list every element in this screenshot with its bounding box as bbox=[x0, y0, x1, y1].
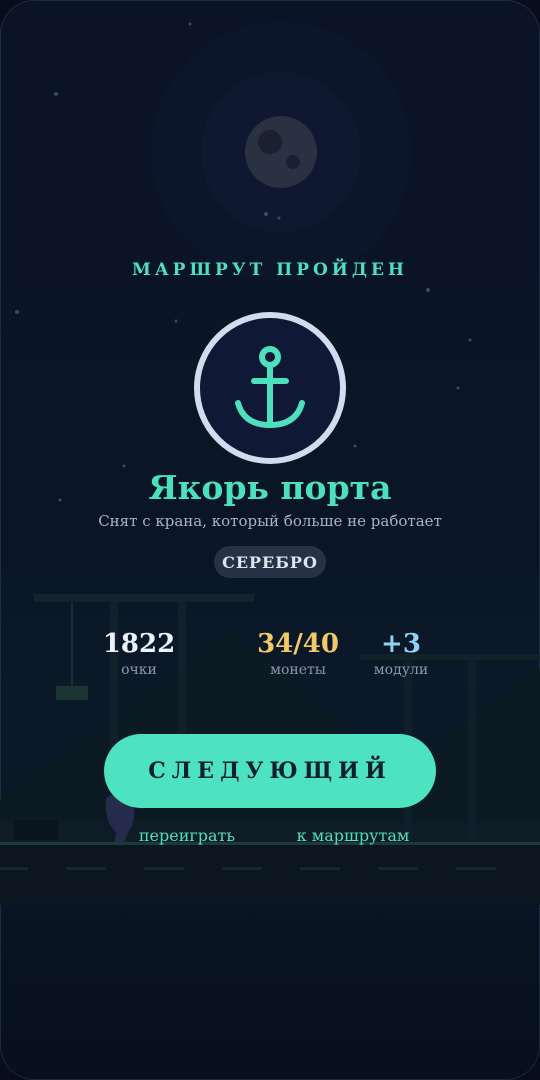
background-scene bbox=[0, 22, 540, 905]
stat-modules-value: +3 bbox=[381, 629, 421, 659]
stat-score-label: очки bbox=[121, 662, 157, 678]
results-screen: МАРШРУТ ПРОЙДЕН Якорь порта Снят с крана… bbox=[0, 0, 540, 1080]
achievement-badge bbox=[194, 312, 346, 464]
achievement-title: Якорь порта bbox=[148, 468, 392, 507]
stat-coins-label: монеты bbox=[270, 662, 326, 678]
stat-score-value: 1822 bbox=[102, 629, 176, 659]
stat-modules: +3 модули bbox=[341, 628, 461, 678]
moon-icon bbox=[245, 116, 317, 188]
replay-link[interactable]: переиграть bbox=[127, 826, 247, 845]
route-complete-heading: МАРШРУТ ПРОЙДЕН bbox=[132, 260, 408, 280]
stat-coins-value: 34/40 bbox=[257, 629, 339, 659]
stat-modules-label: модули bbox=[373, 662, 429, 678]
road-edge bbox=[0, 842, 540, 845]
next-button[interactable]: СЛЕДУЮЩИЙ bbox=[104, 734, 436, 808]
stat-coins: 34/40 монеты bbox=[238, 628, 358, 678]
tier-badge: СЕРЕБРО bbox=[214, 546, 326, 578]
anchor-icon bbox=[235, 346, 305, 429]
routes-link[interactable]: к маршрутам bbox=[283, 826, 423, 845]
stat-score: 1822 очки bbox=[79, 628, 199, 678]
achievement-description: Снят с крана, который больше не работает bbox=[98, 512, 442, 530]
